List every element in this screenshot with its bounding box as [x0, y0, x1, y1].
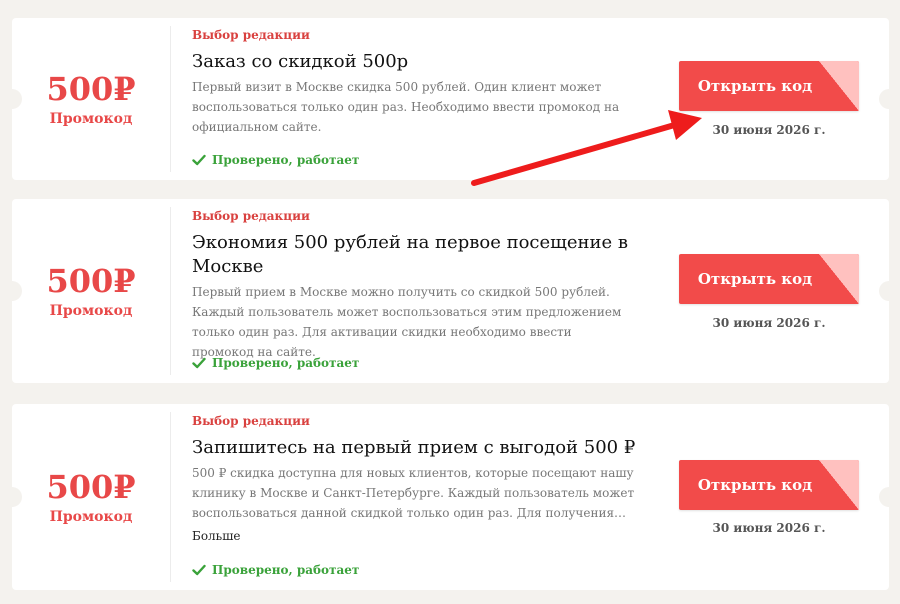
offer-type: Промокод: [49, 111, 133, 127]
offer-type: Промокод: [49, 303, 133, 319]
expiry-date: 30 июня 2026 г.: [712, 521, 826, 535]
open-code-button[interactable]: Открыть код: [679, 460, 859, 510]
expiry-date: 30 июня 2026 г.: [712, 316, 826, 330]
open-code-label: Открыть код: [697, 77, 813, 95]
offer-card: 500₽ Промокод Выбор редакции Заказ со ск…: [2, 18, 899, 180]
open-code-label: Открыть код: [697, 270, 813, 288]
discount-badge: 500₽ Промокод: [12, 18, 170, 180]
verified-label: Проверено, работает: [212, 563, 360, 577]
offer-type: Промокод: [49, 509, 133, 525]
offer-content: Выбор редакции Экономия 500 рублей на пе…: [192, 208, 637, 362]
discount-amount: 500₽: [46, 262, 136, 300]
expiry-date: 30 июня 2026 г.: [712, 123, 826, 137]
discount-amount: 500₽: [46, 70, 136, 108]
peel-corner-icon: [819, 61, 859, 111]
offer-content: Выбор редакции Заказ со скидкой 500р Пер…: [192, 27, 637, 137]
card-divider: [170, 412, 171, 582]
open-code-label: Открыть код: [697, 476, 813, 494]
discount-amount: 500₽: [46, 468, 136, 506]
check-icon: [192, 564, 206, 576]
offer-content: Выбор редакции Запишитесь на первый прие…: [192, 413, 637, 544]
check-icon: [192, 357, 206, 369]
card-divider: [170, 207, 171, 375]
verified-status: Проверено, работает: [192, 562, 359, 578]
verified-label: Проверено, работает: [212, 153, 360, 167]
peel-corner-icon: [819, 254, 859, 304]
open-code-button[interactable]: Открыть код: [679, 254, 859, 304]
ticket-notch: [879, 281, 899, 301]
discount-badge: 500₽ Промокод: [12, 404, 170, 590]
offer-description: Первый прием в Москве можно получить со …: [192, 285, 622, 359]
offer-title[interactable]: Экономия 500 рублей на первое посещение …: [192, 231, 637, 279]
ticket-notch: [879, 89, 899, 109]
offer-list: 500₽ Промокод Выбор редакции Заказ со ск…: [0, 0, 900, 604]
offer-description: 500 ₽ скидка доступна для новых клиентов…: [192, 466, 635, 520]
verified-status: Проверено, работает: [192, 152, 359, 168]
discount-badge: 500₽ Промокод: [12, 199, 170, 383]
ticket-notch: [879, 487, 899, 507]
offer-description: Первый визит в Москве скидка 500 рублей.…: [192, 80, 620, 134]
card-divider: [170, 26, 171, 172]
peel-corner-icon: [819, 460, 859, 510]
offer-card: 500₽ Промокод Выбор редакции Экономия 50…: [2, 199, 899, 383]
offer-card: 500₽ Промокод Выбор редакции Запишитесь …: [2, 404, 899, 590]
editors-choice-tag: Выбор редакции: [192, 414, 310, 428]
editors-choice-tag: Выбор редакции: [192, 209, 310, 223]
verified-status: Проверено, работает: [192, 355, 359, 371]
offer-title[interactable]: Заказ со скидкой 500р: [192, 50, 637, 74]
editors-choice-tag: Выбор редакции: [192, 28, 310, 42]
show-more-link[interactable]: Больше: [192, 528, 637, 544]
verified-label: Проверено, работает: [212, 356, 360, 370]
open-code-button[interactable]: Открыть код: [679, 61, 859, 111]
check-icon: [192, 154, 206, 166]
offer-title[interactable]: Запишитесь на первый прием с выгодой 500…: [192, 436, 637, 460]
